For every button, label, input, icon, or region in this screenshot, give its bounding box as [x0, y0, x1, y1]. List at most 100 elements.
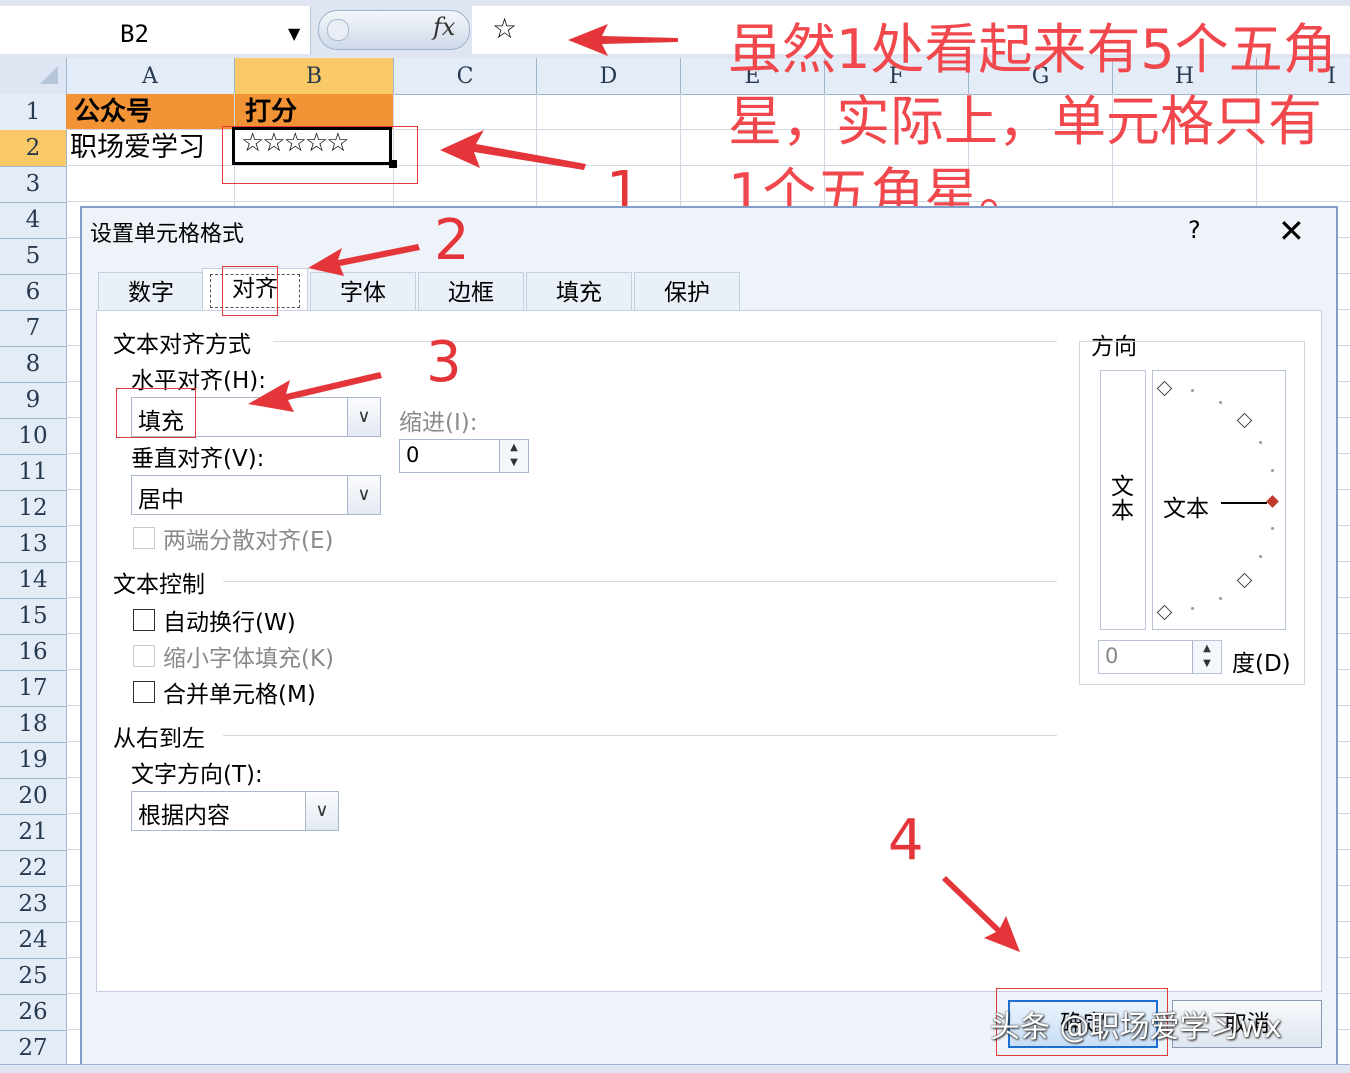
row-header[interactable]: 2 [0, 130, 66, 167]
insert-function-button[interactable]: fx [433, 13, 455, 41]
row-header[interactable]: 12 [0, 490, 66, 527]
dial-dot [1191, 607, 1194, 610]
select-all-icon [40, 66, 58, 84]
chevron-down-icon[interactable]: ∨ [305, 792, 338, 830]
chevron-down-icon[interactable]: ∨ [347, 476, 380, 514]
vertical-text-button[interactable]: 文本 [1100, 370, 1146, 630]
tab-border[interactable]: 边框 [418, 272, 524, 310]
row-header[interactable]: 7 [0, 310, 66, 347]
column-header-c[interactable]: C [394, 58, 537, 94]
shrink-to-fit-label: 缩小字体填充(K) [163, 646, 335, 672]
shrink-to-fit-checkbox[interactable] [133, 645, 155, 667]
dial-dot [1259, 555, 1262, 558]
dial-dot [1259, 441, 1262, 444]
row-header[interactable]: 1 [0, 94, 66, 131]
row-header[interactable]: 20 [0, 778, 66, 815]
annotation-arrow-1 [440, 130, 586, 170]
row-header[interactable]: 13 [0, 526, 66, 563]
cell-b1-text: 打分 [245, 97, 298, 127]
dial-dot [1191, 389, 1194, 392]
justify-distributed-label: 两端分散对齐(E) [163, 528, 334, 554]
dial-needle [1221, 502, 1267, 504]
row-header[interactable]: 9 [0, 382, 66, 419]
row-header[interactable]: 16 [0, 634, 66, 671]
section-divider [273, 341, 1057, 342]
dial-text-label: 文本 [1163, 496, 1209, 522]
row-header[interactable]: 24 [0, 922, 66, 959]
vertical-text-label: 文本 [1111, 474, 1134, 524]
row-header[interactable]: 10 [0, 418, 66, 455]
indent-spinner[interactable]: 0 ▲ ▼ [399, 439, 529, 473]
annotation-box-1 [222, 126, 418, 184]
name-box-value: B2 [120, 20, 149, 48]
row-header[interactable]: 17 [0, 670, 66, 707]
column-header-a[interactable]: A [66, 58, 235, 94]
vertical-label: 垂直对齐(V): [131, 446, 265, 472]
help-button[interactable]: ? [1188, 216, 1201, 244]
annotation-box-3 [116, 388, 196, 438]
cell-a2[interactable]: 职场爱学习 [70, 130, 205, 166]
degrees-spinner[interactable]: 0 ▲ ▼ [1098, 640, 1222, 674]
row-header[interactable]: 21 [0, 814, 66, 851]
merge-cells-label: 合并单元格(M) [163, 682, 316, 708]
row-header[interactable]: 26 [0, 994, 66, 1031]
column-header-b[interactable]: B [235, 58, 394, 96]
orientation-dial[interactable]: 文本 [1152, 370, 1286, 630]
chevron-down-icon[interactable]: ▼ [288, 24, 300, 43]
justify-distributed-checkbox[interactable] [133, 527, 155, 549]
row-header[interactable]: 8 [0, 346, 66, 383]
vertical-select[interactable]: 居中 ∨ [131, 475, 381, 515]
section-divider [223, 581, 1057, 582]
dial-dot [1219, 597, 1222, 600]
row-header[interactable]: 18 [0, 706, 66, 743]
column-header-d[interactable]: D [537, 58, 681, 94]
wrap-text-checkbox[interactable] [133, 609, 155, 631]
dial-dot [1271, 527, 1274, 530]
merge-cells-checkbox[interactable] [133, 681, 155, 703]
degrees-label: 度(D) [1232, 651, 1291, 677]
section-text-control: 文本控制 [113, 572, 205, 598]
row-headers: 1 2 3 4 5 6 7 8 9 10 11 12 13 14 15 16 1… [0, 94, 67, 1072]
select-all-button[interactable] [0, 58, 67, 94]
spin-arrows-icon[interactable]: ▲ ▼ [1192, 641, 1221, 673]
cell-b1[interactable]: 打分 [235, 94, 393, 129]
spin-arrows-icon[interactable]: ▲ ▼ [499, 440, 528, 472]
vertical-value: 居中 [138, 487, 184, 513]
tab-number[interactable]: 数字 [98, 272, 204, 310]
name-box[interactable]: B2 ▼ [0, 6, 311, 54]
row-header[interactable]: 22 [0, 850, 66, 887]
row-header[interactable]: 25 [0, 958, 66, 995]
row-header[interactable]: 5 [0, 238, 66, 275]
annotation-note: 虽然1处看起来有5个五角星，实际上，单元格只有1个五角星。 [728, 18, 1337, 225]
text-direction-select[interactable]: 根据内容 ∨ [131, 791, 339, 831]
row-header[interactable]: 19 [0, 742, 66, 779]
row-header[interactable]: 11 [0, 454, 66, 491]
row-header[interactable]: 4 [0, 202, 66, 239]
annotation-arrow-3 [248, 372, 382, 412]
watermark: 头条 @职场爱学习wx [990, 1010, 1282, 1045]
dial-dot [1271, 469, 1274, 472]
tab-fill[interactable]: 填充 [526, 272, 632, 310]
cell-a1[interactable]: 公众号 [66, 94, 234, 129]
row-header[interactable]: 23 [0, 886, 66, 923]
tab-font[interactable]: 字体 [310, 272, 416, 310]
dial-handle[interactable] [1266, 495, 1279, 508]
resize-handle-icon[interactable] [327, 19, 349, 41]
dialog-title: 设置单元格格式 [90, 222, 245, 247]
row-header[interactable]: 15 [0, 598, 66, 635]
degrees-value: 0 [1105, 644, 1119, 668]
close-button[interactable]: ✕ [1278, 212, 1305, 250]
dial-marker [1156, 380, 1173, 397]
row-header[interactable]: 3 [0, 166, 66, 203]
tab-protection[interactable]: 保护 [634, 272, 740, 310]
indent-label: 缩进(I): [399, 410, 478, 436]
dial-dot [1219, 401, 1222, 404]
section-right-to-left: 从右到左 [113, 726, 205, 752]
row-header[interactable]: 6 [0, 274, 66, 311]
annotation-number-4: 4 [888, 808, 924, 873]
text-direction-value: 根据内容 [138, 803, 230, 829]
wrap-text-label: 自动换行(W) [163, 610, 296, 636]
annotation-box-2 [222, 266, 278, 316]
row-header[interactable]: 27 [0, 1030, 66, 1067]
row-header[interactable]: 14 [0, 562, 66, 599]
